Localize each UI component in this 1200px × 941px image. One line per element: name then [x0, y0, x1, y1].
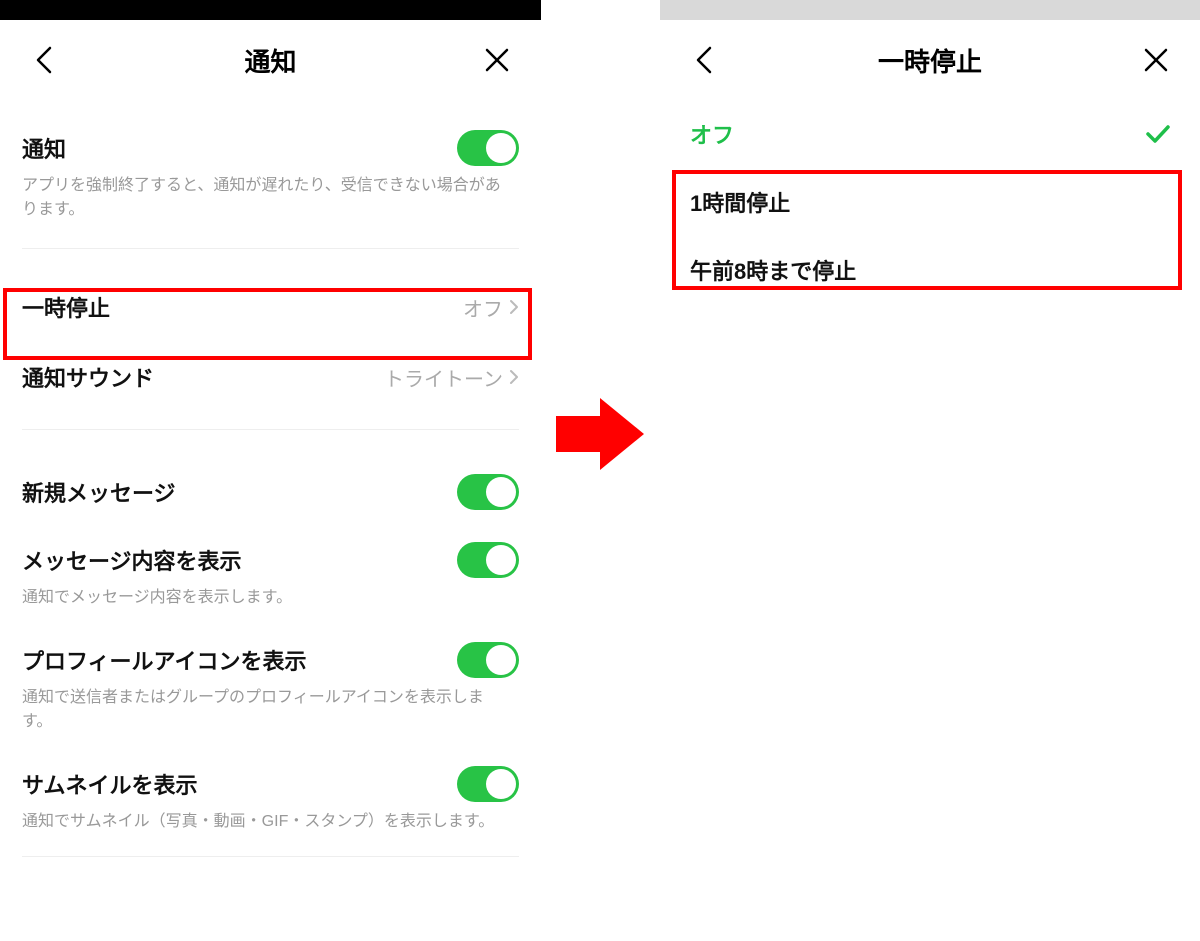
close-icon[interactable]	[1140, 44, 1172, 76]
option-off[interactable]: オフ	[660, 100, 1200, 168]
thumbnail-label: サムネイルを表示	[22, 768, 198, 800]
status-bar	[0, 0, 541, 20]
chevron-right-icon	[509, 369, 519, 385]
message-content-row: メッセージ内容を表示 通知でメッセージ内容を表示します。	[0, 526, 541, 626]
separator	[22, 248, 519, 249]
pause-options-screen: 一時停止 オフ 1時間停止 午前8時まで停止	[660, 0, 1200, 941]
notifications-settings-screen: 通知 通知 アプリを強制終了すると、通知が遅れたり、受信できない場合があります。…	[0, 0, 541, 941]
profile-icon-toggle[interactable]	[457, 642, 519, 678]
sound-row[interactable]: 通知サウンド トライトーン	[0, 345, 541, 409]
notifications-toggle-row: 通知 アプリを強制終了すると、通知が遅れたり、受信できない場合があります。	[0, 100, 541, 238]
profile-icon-label: プロフィールアイコンを表示	[22, 644, 306, 676]
profile-icon-description: 通知で送信者またはグループのプロフィールアイコンを表示します。	[22, 686, 519, 734]
option-8am[interactable]: 午前8時まで停止	[660, 236, 1200, 304]
message-content-description: 通知でメッセージ内容を表示します。	[22, 586, 519, 610]
thumbnail-toggle[interactable]	[457, 766, 519, 802]
header: 一時停止	[660, 20, 1200, 100]
arrow-icon	[556, 394, 646, 474]
separator	[22, 856, 519, 857]
profile-icon-row: プロフィールアイコンを表示 通知で送信者またはグループのプロフィールアイコンを表…	[0, 626, 541, 750]
header: 通知	[0, 20, 541, 100]
page-title: 一時停止	[878, 42, 982, 79]
new-message-row: 新規メッセージ	[0, 458, 541, 526]
sound-label: 通知サウンド	[22, 361, 154, 393]
close-icon[interactable]	[481, 44, 513, 76]
page-title: 通知	[244, 42, 296, 79]
thumbnail-description: 通知でサムネイル（写真・動画・GIF・スタンプ）を表示します。	[22, 810, 519, 834]
notifications-label: 通知	[22, 132, 66, 164]
pause-row[interactable]: 一時停止 オフ	[0, 269, 541, 345]
sound-value: トライトーン	[384, 363, 519, 392]
pause-value: オフ	[463, 293, 519, 322]
notifications-toggle[interactable]	[457, 130, 519, 166]
separator	[22, 429, 519, 430]
option-1hour-label: 1時間停止	[690, 186, 790, 218]
notifications-description: アプリを強制終了すると、通知が遅れたり、受信できない場合があります。	[22, 174, 519, 222]
thumbnail-row: サムネイルを表示 通知でサムネイル（写真・動画・GIF・スタンプ）を表示します。	[0, 750, 541, 850]
chevron-right-icon	[509, 299, 519, 315]
message-content-toggle[interactable]	[457, 542, 519, 578]
new-message-toggle[interactable]	[457, 474, 519, 510]
option-8am-label: 午前8時まで停止	[690, 254, 856, 286]
back-icon[interactable]	[28, 44, 60, 76]
back-icon[interactable]	[688, 44, 720, 76]
status-bar	[660, 0, 1200, 20]
new-message-label: 新規メッセージ	[22, 476, 176, 508]
tutorial-canvas: 通知 通知 アプリを強制終了すると、通知が遅れたり、受信できない場合があります。…	[0, 0, 1200, 941]
pause-label: 一時停止	[22, 291, 110, 323]
message-content-label: メッセージ内容を表示	[22, 544, 242, 576]
option-1hour[interactable]: 1時間停止	[660, 168, 1200, 236]
option-off-label: オフ	[690, 118, 734, 150]
checkmark-icon	[1146, 124, 1170, 144]
